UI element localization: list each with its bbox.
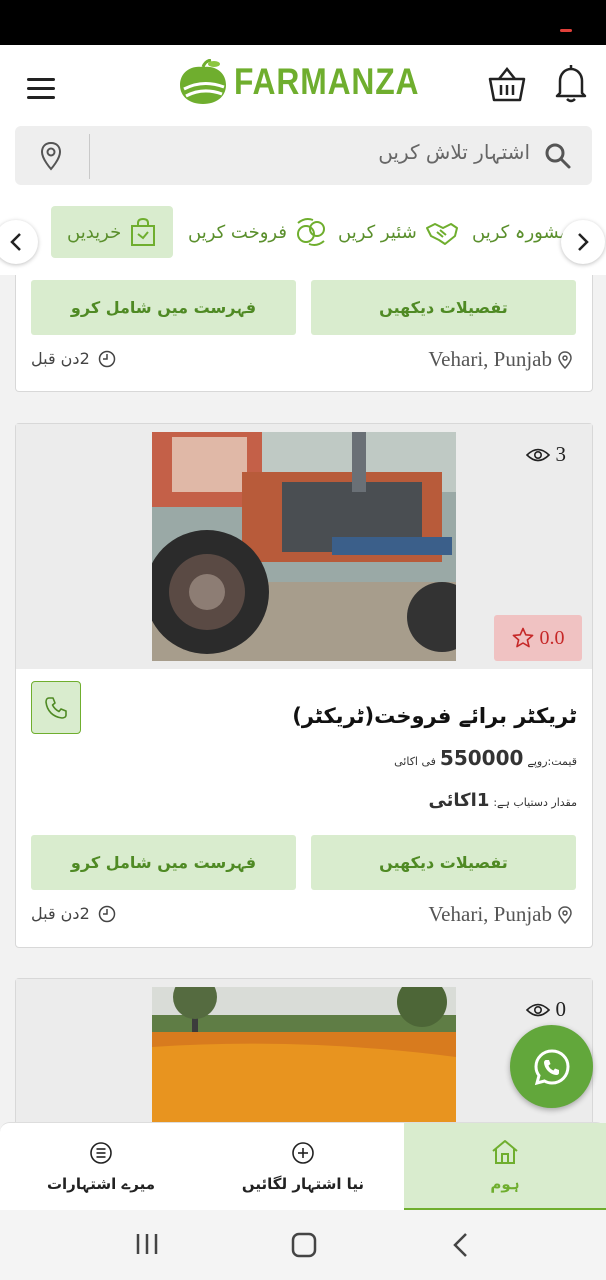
plus-circle-icon bbox=[292, 1141, 314, 1164]
listing-image-area[interactable]: 3 0.0 bbox=[16, 424, 592, 669]
status-indicator bbox=[560, 29, 572, 32]
category-bar: خریدیں فروخت کریں شئیر کریں مشورہ کریں bbox=[0, 200, 606, 270]
listing-card: 0 bbox=[15, 978, 593, 1122]
app-header: FARMANZA اشتہار تلاش کریں خریدیں فروخت ک… bbox=[0, 45, 606, 275]
price-value: 550000 bbox=[439, 746, 524, 770]
add-to-list-button[interactable]: فہرست میں شامل کرو bbox=[31, 835, 296, 890]
view-details-button[interactable]: تفصیلات دیکھیں bbox=[311, 835, 576, 890]
category-label: مشورہ کریں bbox=[472, 221, 570, 243]
handshake-icon bbox=[425, 223, 458, 245]
rating-value: 0.0 bbox=[539, 626, 565, 649]
phone-icon bbox=[45, 696, 67, 719]
view-count-value: 0 bbox=[555, 997, 567, 1021]
nav-my-ads[interactable]: میرے اشتہارات bbox=[0, 1123, 202, 1210]
category-label: شئیر کریں bbox=[338, 221, 417, 243]
money-exchange-icon bbox=[296, 218, 325, 246]
home-system-button[interactable] bbox=[291, 1232, 317, 1262]
view-count-value: 3 bbox=[555, 442, 567, 466]
system-navigation-bar bbox=[0, 1210, 606, 1280]
category-label: فروخت کریں bbox=[188, 221, 287, 243]
listing-feed[interactable]: تفصیلات دیکھیں فہرست میں شامل کرو Vehari… bbox=[0, 275, 606, 1122]
search-bar[interactable]: اشتہار تلاش کریں bbox=[15, 126, 592, 185]
scroll-left-button[interactable] bbox=[0, 220, 38, 264]
rating-badge[interactable]: 0.0 bbox=[494, 615, 582, 661]
nav-new-ad[interactable]: نیا اشتہار لگائیں bbox=[202, 1123, 404, 1210]
listing-image-area[interactable]: 0 bbox=[16, 979, 592, 1122]
price-suffix: فی اکائی bbox=[394, 755, 436, 768]
category-share[interactable]: شئیر کریں bbox=[338, 206, 459, 258]
farmanza-logo-icon bbox=[180, 59, 226, 104]
location-text: Vehari, Punjab bbox=[428, 347, 552, 371]
back-system-button[interactable] bbox=[452, 1232, 470, 1262]
tractor-photo[interactable] bbox=[152, 432, 456, 661]
category-consult[interactable]: مشورہ کریں bbox=[472, 206, 569, 258]
scroll-right-button[interactable] bbox=[561, 220, 605, 264]
search-icon[interactable] bbox=[544, 142, 572, 170]
view-count: 0 bbox=[525, 997, 567, 1022]
listing-time: 2دن قبل bbox=[31, 904, 116, 923]
whatsapp-button[interactable] bbox=[510, 1025, 593, 1108]
produce-field-photo[interactable] bbox=[152, 987, 456, 1122]
listing-price: قیمت:روپے 550000 فی اکائی bbox=[394, 746, 577, 770]
listing-quantity: مقدار دستیاب ہے: 1اکائی bbox=[428, 790, 577, 811]
search-divider bbox=[89, 134, 90, 179]
call-button[interactable] bbox=[31, 681, 81, 734]
status-bar bbox=[0, 0, 606, 45]
shopping-bag-icon bbox=[131, 217, 156, 246]
add-to-list-button[interactable]: فہرست میں شامل کرو bbox=[31, 280, 296, 335]
category-sell[interactable]: فروخت کریں bbox=[188, 206, 327, 258]
bottom-navigation: میرے اشتہارات نیا اشتہار لگائیں ہوم bbox=[0, 1122, 606, 1210]
category-label: خریدیں bbox=[67, 221, 122, 243]
chevron-left-icon bbox=[10, 233, 21, 251]
qty-prefix: مقدار دستیاب ہے: bbox=[493, 796, 577, 809]
recent-apps-icon bbox=[136, 1234, 158, 1254]
list-icon bbox=[90, 1141, 112, 1164]
time-text: 2دن قبل bbox=[31, 349, 90, 368]
nav-label: نیا اشتہار لگائیں bbox=[241, 1174, 365, 1193]
chevron-right-icon bbox=[578, 233, 589, 251]
location-pin-icon bbox=[558, 350, 572, 369]
listing-card: 3 0.0 ٹریکٹر برائے فروخت(ٹریکٹر) قیمت:رو… bbox=[15, 423, 593, 948]
location-text: Vehari, Punjab bbox=[428, 902, 552, 926]
location-pin-icon bbox=[558, 905, 572, 924]
nav-label: ہوم bbox=[490, 1174, 520, 1193]
listing-title[interactable]: ٹریکٹر برائے فروخت(ٹریکٹر) bbox=[292, 704, 577, 728]
hamburger-menu-icon[interactable] bbox=[27, 78, 55, 100]
clock-icon bbox=[98, 905, 115, 922]
app-name: FARMANZA bbox=[234, 61, 420, 102]
notification-bell-icon[interactable] bbox=[554, 63, 588, 103]
listing-location: Vehari, Punjab bbox=[428, 902, 572, 927]
listing-time: 2دن قبل bbox=[31, 349, 116, 368]
recent-apps-button[interactable] bbox=[134, 1232, 160, 1260]
listing-card: تفصیلات دیکھیں فہرست میں شامل کرو Vehari… bbox=[15, 275, 593, 392]
category-buy[interactable]: خریدیں bbox=[51, 206, 174, 258]
cart-basket-icon[interactable] bbox=[487, 65, 527, 105]
eye-icon bbox=[525, 448, 550, 461]
whatsapp-icon bbox=[533, 1048, 570, 1085]
home-icon bbox=[492, 1139, 518, 1164]
location-pin-icon[interactable] bbox=[40, 141, 62, 171]
nav-home[interactable]: ہوم bbox=[404, 1123, 606, 1210]
qty-value: 1اکائی bbox=[428, 790, 490, 811]
eye-icon bbox=[525, 1003, 550, 1016]
view-count: 3 bbox=[525, 442, 567, 467]
star-icon bbox=[512, 627, 533, 648]
app-logo[interactable]: FARMANZA bbox=[178, 57, 450, 107]
home-square-icon bbox=[291, 1232, 317, 1258]
listing-location: Vehari, Punjab bbox=[428, 347, 572, 372]
time-text: 2دن قبل bbox=[31, 904, 90, 923]
view-details-button[interactable]: تفصیلات دیکھیں bbox=[311, 280, 576, 335]
clock-icon bbox=[98, 350, 115, 367]
back-chevron-icon bbox=[453, 1233, 467, 1257]
search-input[interactable]: اشتہار تلاش کریں bbox=[378, 140, 530, 164]
nav-label: میرے اشتہارات bbox=[46, 1174, 156, 1193]
price-prefix: قیمت:روپے bbox=[527, 755, 577, 768]
